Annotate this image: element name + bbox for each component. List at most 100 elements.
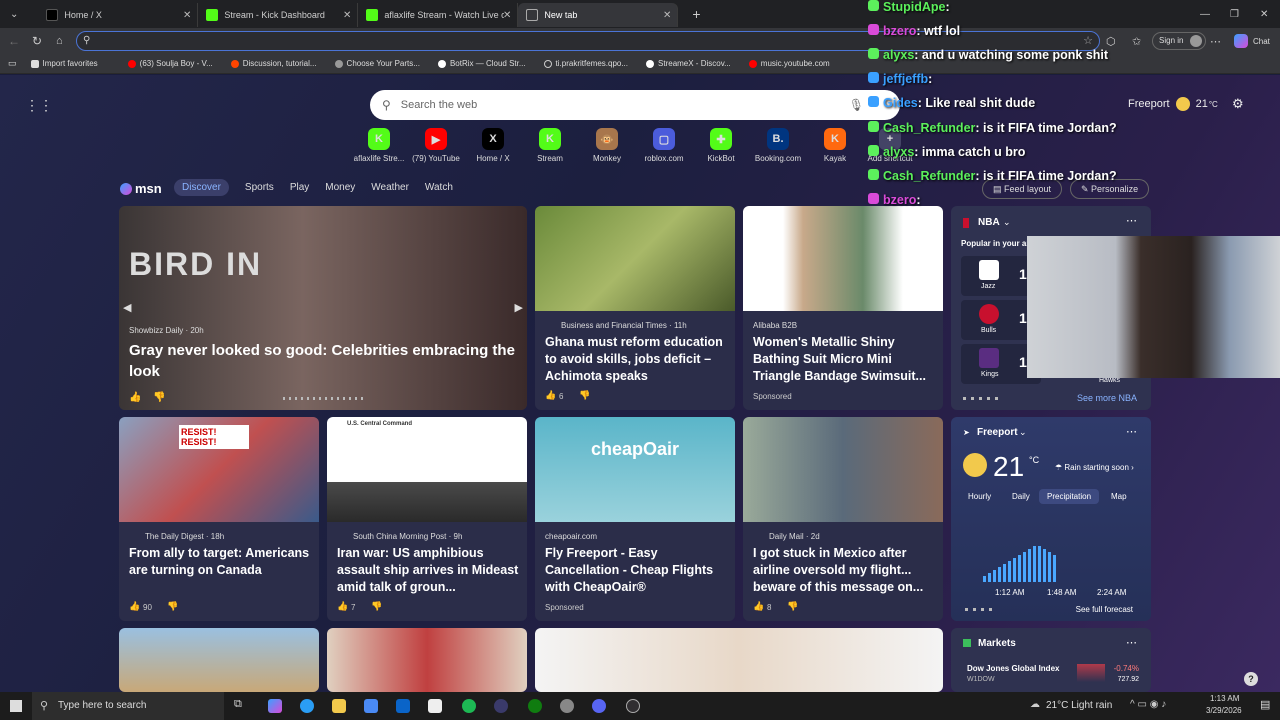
tab-weather[interactable]: Weather xyxy=(371,182,409,193)
more-menu-icon[interactable]: ⋯ xyxy=(1210,35,1221,48)
see-full-forecast-link[interactable]: See full forecast xyxy=(1076,605,1133,614)
extensions-icon[interactable]: ⬡ xyxy=(1106,35,1116,48)
edge-icon[interactable] xyxy=(300,699,314,713)
more-options-icon[interactable]: ⋯ xyxy=(1126,425,1137,438)
markets-widget[interactable]: Markets ⋯ Dow Jones Global Index W1DOW -… xyxy=(951,628,1151,692)
tab-hourly[interactable]: Hourly xyxy=(968,492,991,501)
media-player-icon[interactable] xyxy=(494,699,508,713)
new-tab-plus-icon[interactable]: + xyxy=(692,6,700,22)
close-tab-icon[interactable]: ✕ xyxy=(503,10,511,21)
bookmark-parts[interactable]: Choose Your Parts... xyxy=(334,59,420,68)
close-tab-icon[interactable]: ✕ xyxy=(343,10,351,21)
news-card[interactable] xyxy=(535,628,943,692)
carousel-prev-icon[interactable]: ◀ xyxy=(123,301,131,314)
back-icon[interactable]: ← xyxy=(8,34,20,48)
shortcut-tile[interactable]: ▢ roblox.com xyxy=(634,128,694,163)
mail-icon[interactable] xyxy=(396,699,410,713)
maximize-icon[interactable]: ❐ xyxy=(1230,9,1239,20)
bookmark-streamex[interactable]: StreameX - Discov... xyxy=(646,59,731,68)
news-card-hero[interactable]: BIRD IN ◀ ▶ Showbizz Daily · 20h Gray ne… xyxy=(119,206,527,410)
shortcut-tile[interactable]: ✚ KickBot xyxy=(691,128,751,163)
news-card[interactable]: RESIST! RESIST! The Daily Digest · 18h F… xyxy=(119,417,319,621)
like-icon[interactable]: 👍 xyxy=(337,601,348,612)
apps-grid-icon[interactable]: ⋮⋮ xyxy=(25,97,53,114)
notification-icon[interactable]: ▤ xyxy=(1260,698,1270,711)
bookmark-youtube-music[interactable]: music.youtube.com xyxy=(748,59,830,68)
file-explorer-icon[interactable] xyxy=(332,699,346,713)
shortcut-tile[interactable]: K Kayak xyxy=(805,128,865,163)
web-search-input[interactable]: ⚲ Search the web 🎙 xyxy=(370,90,900,120)
dislike-icon[interactable]: 👎 xyxy=(371,601,382,612)
header-weather[interactable]: Freeport 21 °C xyxy=(1128,97,1218,111)
tab-kick-dashboard[interactable]: Stream - Kick Dashboard ✕ xyxy=(198,3,359,27)
news-card[interactable]: Daily Mail · 2d I got stuck in Mexico af… xyxy=(743,417,943,621)
tab-money[interactable]: Money xyxy=(325,182,355,193)
see-more-nba-link[interactable]: See more NBA xyxy=(1077,393,1137,403)
taskbar-time[interactable]: 1:13 AM xyxy=(1210,694,1239,703)
settings-gear-icon[interactable]: ⚙ xyxy=(1232,96,1244,112)
document-icon[interactable] xyxy=(428,699,442,713)
close-window-icon[interactable]: ✕ xyxy=(1260,9,1268,20)
more-options-icon[interactable]: ⋯ xyxy=(1126,636,1137,649)
rain-alert[interactable]: ☂ Rain starting soon › xyxy=(1055,463,1134,472)
tab-aflaxlife-stream[interactable]: aflaxlife Stream - Watch Live on Ki ✕ xyxy=(358,3,519,27)
tab-daily[interactable]: Daily xyxy=(1012,492,1030,501)
tab-play[interactable]: Play xyxy=(290,182,309,193)
tab-watch[interactable]: Watch xyxy=(425,182,453,193)
shortcut-tile[interactable]: B. Booking.com xyxy=(748,128,808,163)
dislike-icon[interactable]: 👎 xyxy=(787,601,798,612)
tab-map[interactable]: Map xyxy=(1111,492,1127,501)
tab-actions-icon[interactable]: ⌄ xyxy=(10,9,18,20)
refresh-icon[interactable]: ↻ xyxy=(32,34,42,48)
shortcut-tile[interactable]: K Stream xyxy=(520,128,580,163)
home-icon[interactable]: ⌂ xyxy=(56,35,63,47)
dislike-icon[interactable]: 👎 xyxy=(153,392,165,403)
sponsored-card[interactable]: Alibaba B2B Women's Metallic Shiny Bathi… xyxy=(743,206,943,410)
taskbar-date[interactable]: 3/29/2026 xyxy=(1206,706,1242,715)
more-options-icon[interactable]: ⋯ xyxy=(1126,214,1137,227)
spotify-icon[interactable] xyxy=(462,699,476,713)
tab-home-x[interactable]: Home / X ✕ xyxy=(38,3,199,27)
signin-button[interactable]: Sign in xyxy=(1152,32,1207,50)
tab-sports[interactable]: Sports xyxy=(245,182,274,193)
sponsored-card[interactable]: cheapOair cheapoair.com Fly Freeport - E… xyxy=(535,417,735,621)
chevron-down-icon[interactable]: ⌄ xyxy=(1019,427,1027,438)
close-tab-icon[interactable]: ✕ xyxy=(663,10,671,21)
bookmark-prakrit[interactable]: ti.prakritfemes.qpo... xyxy=(543,59,628,68)
shortcut-tile[interactable]: ▶ (79) YouTube xyxy=(406,128,466,163)
minimize-icon[interactable]: — xyxy=(1200,9,1210,20)
dislike-icon[interactable]: 👎 xyxy=(167,601,178,612)
like-icon[interactable]: 👍 xyxy=(545,390,556,401)
news-card[interactable] xyxy=(119,628,319,692)
sidebar-toggle-icon[interactable]: ▭ xyxy=(8,58,17,69)
xbox-icon[interactable] xyxy=(528,699,542,713)
bookmark-botrix[interactable]: BotRix — Cloud Str... xyxy=(437,59,526,68)
bookmark-import[interactable]: Import favorites xyxy=(30,59,98,68)
taskbar-search-input[interactable]: ⚲ Type here to search xyxy=(32,692,224,720)
favorites-icon[interactable]: ✩ xyxy=(1132,35,1141,48)
discord-icon[interactable] xyxy=(592,699,606,713)
like-icon[interactable]: 👍 xyxy=(753,601,764,612)
carousel-next-icon[interactable]: ▶ xyxy=(515,301,523,314)
shortcut-tile[interactable]: 🐵 Monkey xyxy=(577,128,637,163)
app-icon[interactable] xyxy=(560,699,574,713)
like-icon[interactable]: 👍 xyxy=(129,392,141,403)
dislike-icon[interactable]: 👎 xyxy=(579,390,590,401)
weather-widget[interactable]: ➤ Freeport ⌄ ⋯ 21 °C ☂ Rain starting soo… xyxy=(951,417,1151,621)
shortcut-tile[interactable]: Kaflaxlife Stre... xyxy=(349,128,409,163)
shortcut-tile[interactable]: X Home / X xyxy=(463,128,523,163)
chat-label[interactable]: Chat xyxy=(1253,37,1270,46)
bookmark-discussion[interactable]: Discussion, tutorial... xyxy=(230,59,317,68)
help-icon[interactable]: ? xyxy=(1244,672,1258,686)
obs-icon[interactable] xyxy=(626,699,640,713)
copilot-icon[interactable] xyxy=(268,699,282,713)
store-icon[interactable] xyxy=(364,699,378,713)
windows-start-icon[interactable] xyxy=(10,700,22,712)
tab-discover[interactable]: Discover xyxy=(174,179,229,196)
bookmark-youtube[interactable]: (63) Soulja Boy - V... xyxy=(127,59,213,68)
taskbar-weather[interactable]: 21°C Light rain xyxy=(1046,700,1112,711)
close-tab-icon[interactable]: ✕ xyxy=(183,10,191,21)
news-card[interactable]: Business and Financial Times · 11h Ghana… xyxy=(535,206,735,410)
news-card[interactable]: U.S. Central Command South China Morning… xyxy=(327,417,527,621)
task-view-icon[interactable]: ⧉ xyxy=(234,698,242,711)
